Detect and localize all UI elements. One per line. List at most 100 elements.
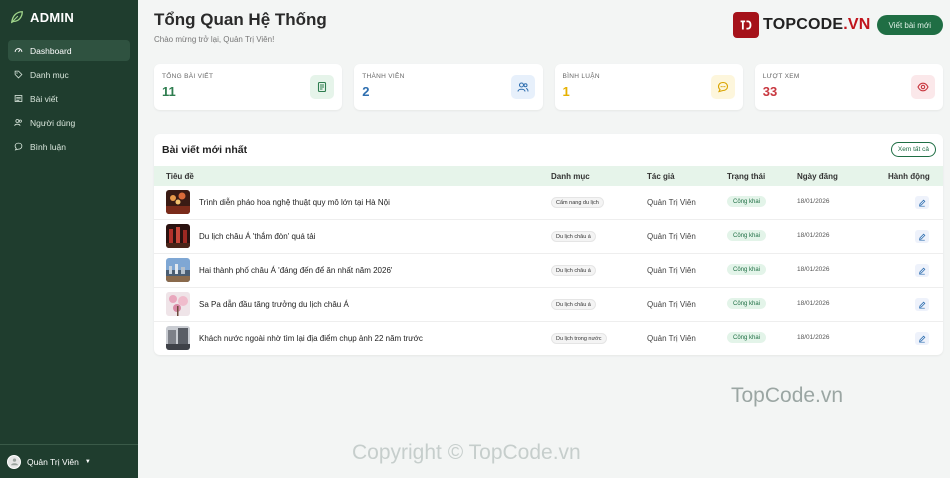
sidebar-nav: Dashboard Danh mục Bài viết Người dùng B… <box>0 40 138 157</box>
post-title[interactable]: Sa Pa dẫn đầu tăng trưởng du lịch châu Á <box>199 300 349 309</box>
card-title: Bài viết mới nhất <box>162 144 248 156</box>
edit-button[interactable] <box>915 298 929 311</box>
avatar <box>7 454 21 469</box>
users-icon <box>14 119 22 126</box>
edit-button[interactable] <box>915 264 929 277</box>
column-header-date: Ngày đăng <box>797 172 838 181</box>
stat-label: Lượt xem <box>762 73 800 80</box>
edit-button[interactable] <box>915 230 929 243</box>
stat-value: 2 <box>362 84 370 99</box>
status-badge: Công khai <box>727 230 767 241</box>
post-author: Quản Trị Viên <box>647 300 696 309</box>
page-title: Tổng Quan Hệ Thống <box>154 10 327 29</box>
sidebar-item-categories[interactable]: Danh mục <box>8 64 130 85</box>
watermark: TopCode.vn <box>731 384 844 407</box>
comment-icon <box>14 142 23 151</box>
table-row: Du lịch châu Á 'thắm đòn' quá tải Du lịc… <box>154 220 943 254</box>
sidebar-item-label: Dashboard <box>30 45 72 56</box>
edit-button[interactable] <box>915 332 929 345</box>
watermark-copyright: Copyright © TopCode.vn <box>352 441 581 464</box>
dashboard-icon <box>14 48 23 53</box>
edit-button[interactable] <box>915 196 929 209</box>
post-thumbnail <box>166 292 190 316</box>
category-badge: Du lịch châu á <box>551 231 596 242</box>
post-date: 18/01/2026 <box>797 232 830 239</box>
post-title[interactable]: Du lịch châu Á 'thắm đòn' quá tải <box>199 232 315 241</box>
stat-label: Tổng bài viết <box>162 73 214 80</box>
table-row: Hai thành phố châu Á 'đáng đến để ăn nhấ… <box>154 254 943 288</box>
users-icon <box>510 75 535 99</box>
sidebar-item-label: Danh mục <box>30 69 69 80</box>
topcode-logo-text: TOPCODE.VN <box>763 16 871 34</box>
status-badge: Công khai <box>727 196 767 207</box>
user-icon <box>10 458 18 466</box>
logo-suffix: .VN <box>843 16 871 33</box>
stat-value: 1 <box>562 84 570 99</box>
post-date: 18/01/2026 <box>797 334 830 341</box>
user-name: Quản Trị Viên <box>27 456 79 467</box>
post-date: 18/01/2026 <box>797 300 830 307</box>
stat-card-views: Lượt xem 33 <box>754 64 943 110</box>
stat-card-comments: Bình luận 1 <box>554 64 743 110</box>
logo-prefix: TOPCODE <box>763 16 844 33</box>
category-badge: Du lịch trong nước <box>551 333 607 344</box>
status-badge: Công khai <box>727 332 767 343</box>
topcode-logo: TOPCODE.VN <box>733 12 871 38</box>
sidebar-item-label: Người dùng <box>30 117 76 128</box>
sidebar-item-users[interactable]: Người dùng <box>8 112 130 133</box>
header-actions: TOPCODE.VN Viết bài mới <box>733 10 943 40</box>
tag-icon <box>14 70 23 79</box>
user-menu[interactable]: Quản Trị Viên ▼ <box>0 444 138 478</box>
post-title[interactable]: Khách nước ngoài nhờ tìm lại địa điểm ch… <box>199 334 423 343</box>
post-thumbnail <box>166 190 190 214</box>
latest-posts-card: Bài viết mới nhất Xem tất cả Tiêu đề Dan… <box>154 134 943 355</box>
stat-card-members: Thành viên 2 <box>354 64 543 110</box>
column-header-actions: Hành động <box>888 172 930 181</box>
sidebar-item-comments[interactable]: Bình luận <box>8 136 130 157</box>
stat-value: 11 <box>162 84 176 99</box>
new-post-button[interactable]: Viết bài mới <box>876 15 943 35</box>
category-badge: Du lịch châu á <box>551 299 596 310</box>
sidebar: ADMIN Dashboard Danh mục Bài viết Người … <box>0 0 138 478</box>
column-header-status: Trạng thái <box>727 172 766 181</box>
page-subtitle: Chào mừng trở lại, Quản Trị Viên! <box>154 35 275 44</box>
post-author: Quản Trị Viên <box>647 266 696 275</box>
comment-icon <box>710 75 735 99</box>
stat-card-posts: Tổng bài viết 11 <box>154 64 343 110</box>
article-icon <box>310 75 335 99</box>
column-header-author: Tác giả <box>647 172 675 181</box>
view-all-link[interactable]: Xem tất cả <box>890 142 936 157</box>
post-date: 18/01/2026 <box>797 266 830 273</box>
sidebar-item-posts[interactable]: Bài viết <box>8 88 130 109</box>
brand[interactable]: ADMIN <box>0 0 138 34</box>
edit-icon <box>919 301 926 309</box>
post-title[interactable]: Hai thành phố châu Á 'đáng đến để ăn nhấ… <box>199 266 392 275</box>
column-header-title: Tiêu đề <box>166 172 194 181</box>
table-row: Khách nước ngoài nhờ tìm lại địa điểm ch… <box>154 322 943 356</box>
table-row: Sa Pa dẫn đầu tăng trưởng du lịch châu Á… <box>154 288 943 322</box>
post-author: Quản Trị Viên <box>647 232 696 241</box>
stat-label: Thành viên <box>362 73 405 80</box>
edit-icon <box>919 267 926 275</box>
post-thumbnail <box>166 326 190 350</box>
column-header-category: Danh mục <box>551 172 590 181</box>
post-thumbnail <box>166 224 190 248</box>
table-header: Tiêu đề Danh mục Tác giả Trạng thái Ngày… <box>154 166 943 186</box>
stat-label: Bình luận <box>562 73 600 80</box>
edit-icon <box>919 233 926 241</box>
edit-icon <box>919 335 926 343</box>
post-author: Quản Trị Viên <box>647 334 696 343</box>
table-row: Trình diễn pháo hoa nghệ thuật quy mô lớ… <box>154 186 943 220</box>
stats-row: Tổng bài viết 11 Thành viên 2 Bình luận … <box>154 64 943 110</box>
sidebar-item-label: Bình luận <box>30 141 66 152</box>
edit-icon <box>919 199 926 207</box>
post-title[interactable]: Trình diễn pháo hoa nghệ thuật quy mô lớ… <box>199 198 390 207</box>
post-thumbnail <box>166 258 190 282</box>
stat-value: 33 <box>762 84 778 99</box>
sidebar-item-dashboard[interactable]: Dashboard <box>8 40 130 61</box>
status-badge: Công khai <box>727 298 767 309</box>
category-badge: Du lịch châu á <box>551 265 596 276</box>
eye-icon <box>911 75 935 99</box>
leaf-icon <box>10 11 23 24</box>
category-badge: Cẩm nang du lịch <box>551 197 604 208</box>
